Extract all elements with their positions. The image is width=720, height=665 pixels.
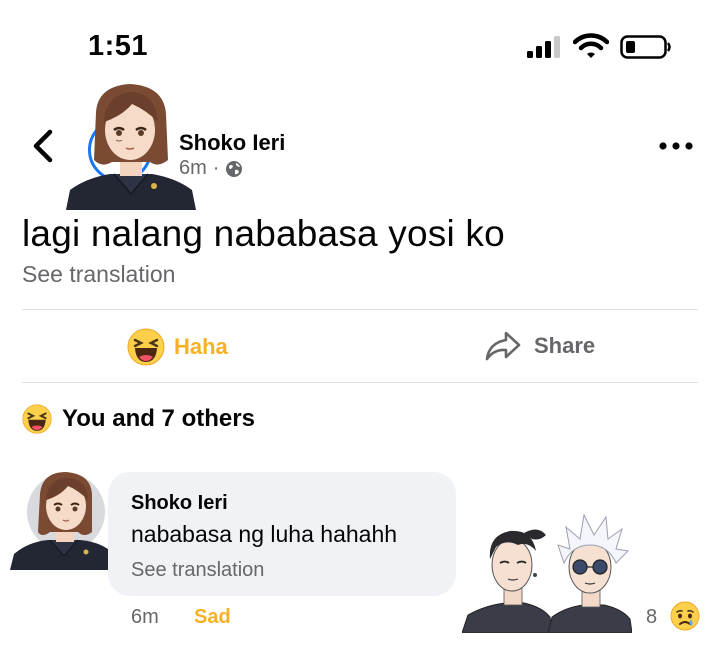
post-time: 6m <box>179 157 207 179</box>
haha-icon <box>22 404 52 434</box>
back-icon[interactable] <box>26 126 62 166</box>
share-icon <box>485 331 521 361</box>
wifi-icon <box>573 33 609 58</box>
post-meta: 6m · <box>179 157 243 180</box>
globe-icon <box>226 160 243 177</box>
divider <box>22 309 698 310</box>
post-see-translation-link[interactable]: See translation <box>22 261 175 288</box>
meta-separator: · <box>212 157 220 179</box>
sad-icon[interactable] <box>670 601 700 631</box>
author-avatar[interactable] <box>66 82 196 210</box>
divider <box>22 382 698 383</box>
signal-icon <box>527 36 560 58</box>
status-time: 1:51 <box>88 30 149 62</box>
more-options-icon[interactable] <box>656 136 696 156</box>
comment-see-translation-link[interactable]: See translation <box>131 559 264 582</box>
comment-reaction-count: 8 <box>646 606 658 628</box>
reactions-summary-label: You and 7 others <box>62 405 255 432</box>
haha-label: Haha <box>174 334 228 359</box>
reactions-summary[interactable]: You and 7 others <box>22 404 255 434</box>
share-button[interactable]: Share <box>484 330 595 362</box>
post-text: lagi nalang nababasa yosi ko <box>22 213 505 254</box>
haha-icon <box>127 328 165 366</box>
comment-author-name[interactable]: Shoko Ieri <box>131 492 228 515</box>
share-label: Share <box>534 333 596 358</box>
character-sticker <box>462 513 632 633</box>
commenter-avatar[interactable] <box>10 470 116 570</box>
comment-time: 6m <box>131 606 159 628</box>
post-author-name[interactable]: Shoko Ieri <box>179 130 285 156</box>
comment-reaction-button[interactable]: Sad <box>194 606 231 629</box>
haha-reaction-button[interactable]: Haha <box>127 328 228 366</box>
battery-icon <box>620 35 671 59</box>
comment-text: nababasa ng luha hahahh <box>131 521 398 547</box>
